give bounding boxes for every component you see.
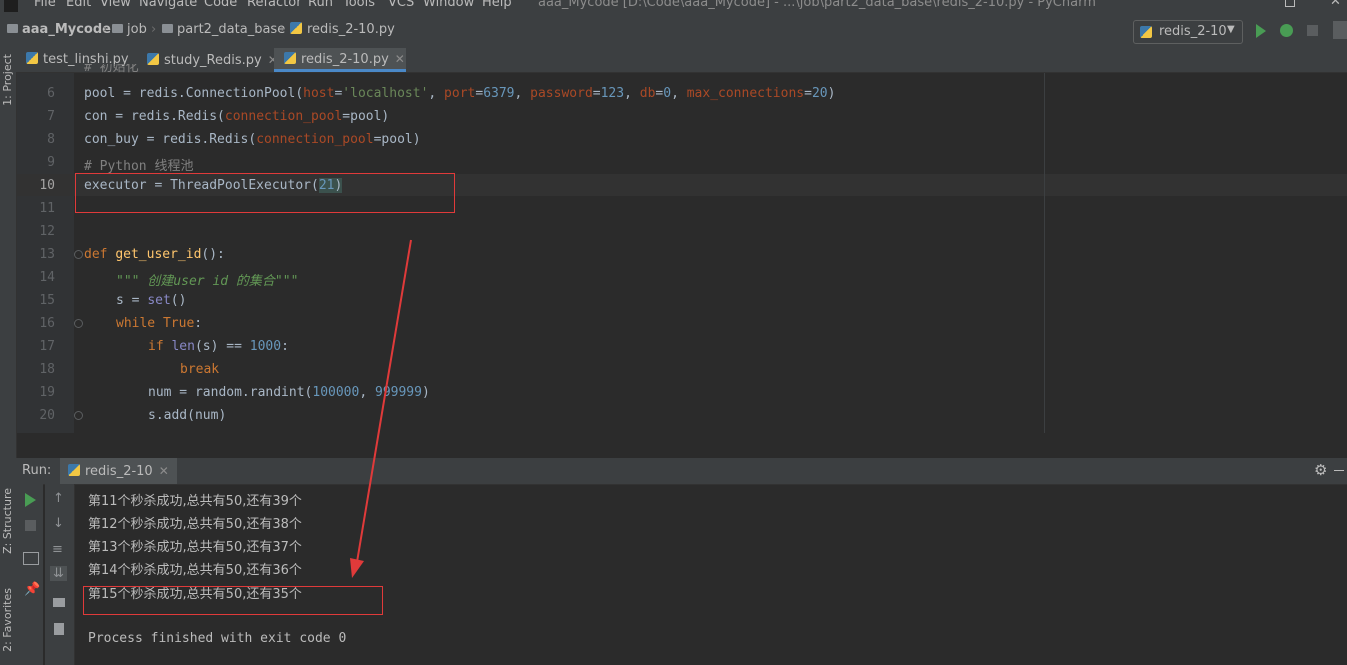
annotation-arrow-icon — [350, 239, 412, 578]
